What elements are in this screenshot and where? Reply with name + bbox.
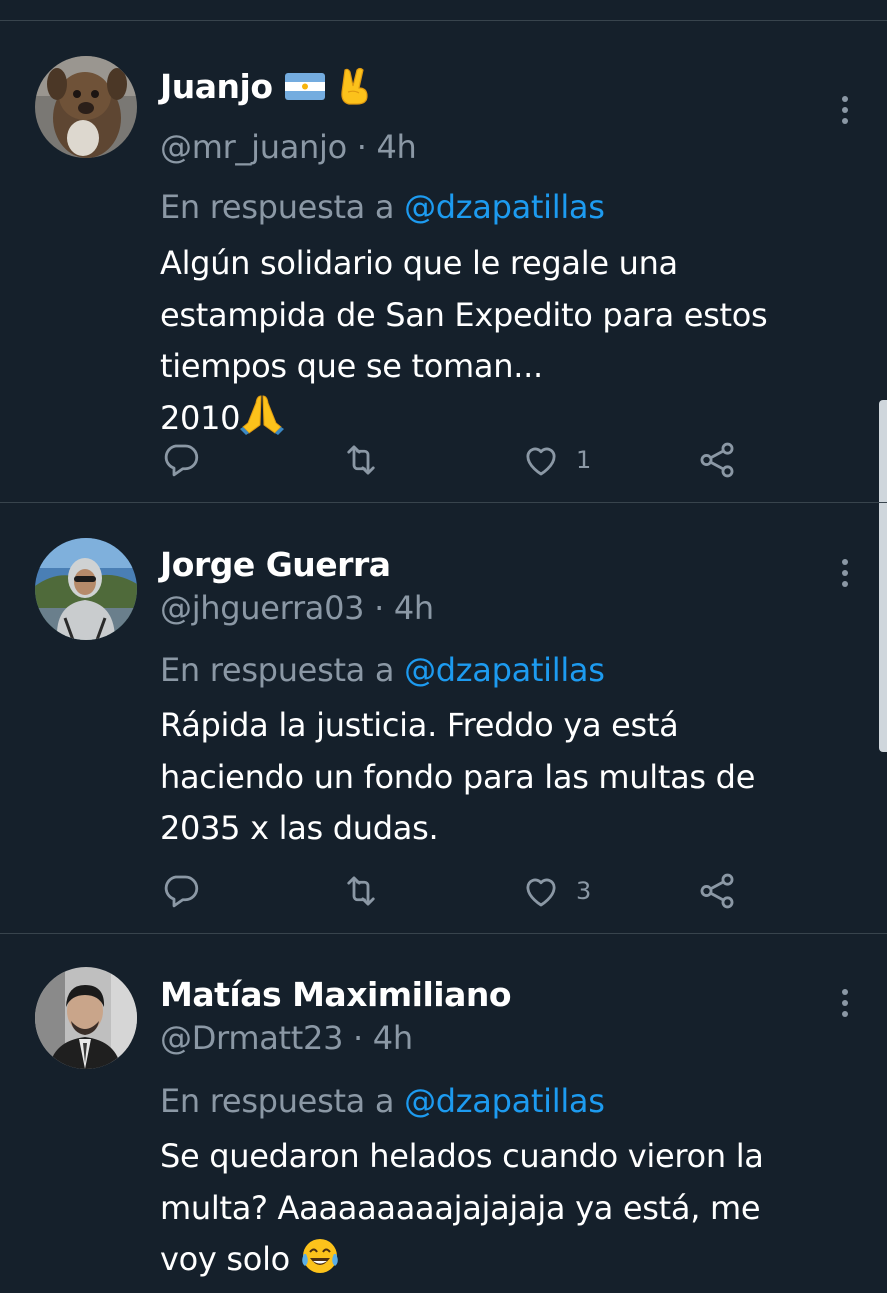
author-row: Jorge Guerra (160, 542, 391, 586)
folded-hands-emoji (240, 393, 285, 435)
like-count: 3 (576, 877, 592, 905)
tweet-text: Algún solidario que le regale una estamp… (160, 238, 850, 444)
tweet-jorge-guerra[interactable]: Jorge Guerra @jhguerra03 · 4h En respues… (0, 503, 887, 934)
share-button[interactable] (696, 438, 738, 482)
heart-icon (526, 447, 556, 476)
author-name[interactable]: Jorge Guerra (160, 545, 391, 584)
author-row: Juanjo (160, 64, 371, 108)
tweet-text: Se quedaron helados cuando vieron la mul… (160, 1131, 850, 1286)
avatar[interactable] (35, 967, 137, 1069)
tweet-text-fragment: 2010 (160, 398, 241, 437)
share-icon (700, 442, 734, 478)
avatar[interactable] (35, 538, 137, 640)
tweet-text-fragment: voy solo (160, 1240, 290, 1278)
handle-time: @jhguerra03 · 4h (160, 589, 434, 627)
tweet-text-line: Algún solidario que le regale una (160, 244, 678, 282)
mention-link[interactable]: @dzapatillas (404, 651, 605, 689)
author-name[interactable]: Juanjo (160, 67, 273, 106)
more-options-icon[interactable] (834, 92, 856, 128)
avatar[interactable] (35, 56, 137, 158)
reply-icon (164, 875, 199, 908)
reply-icon (164, 444, 199, 477)
tweet-actions: 1 (160, 438, 760, 482)
mention-link[interactable]: @dzapatillas (404, 1082, 605, 1120)
more-options-icon[interactable] (834, 985, 856, 1021)
tweet-text-line-last: voy solo (160, 1234, 850, 1286)
author-row: Matías Maximiliano (160, 972, 512, 1016)
tweet-juanjo[interactable]: Juanjo @mr_juanjo · 4h En respuesta a @d… (0, 20, 887, 503)
separator-dot: · (374, 589, 394, 627)
author-handle[interactable]: @jhguerra03 (160, 589, 365, 627)
author-handle[interactable]: @mr_juanjo (160, 128, 347, 166)
reply-prefix: En respuesta a (160, 1082, 395, 1120)
argentina-flag-icon (284, 72, 325, 100)
share-button[interactable] (696, 869, 738, 913)
victory-hand-emoji (337, 66, 371, 106)
reply-context: En respuesta a @dzapatillas (160, 651, 605, 689)
tweet-text-line: 2035 x las dudas. (160, 809, 439, 847)
separator-dot: · (353, 1019, 373, 1057)
timestamp[interactable]: 4h (394, 589, 434, 627)
reply-button[interactable] (160, 869, 216, 913)
reply-context: En respuesta a @dzapatillas (160, 1082, 605, 1120)
tweet-text-line: estampida de San Expedito para estos (160, 295, 768, 334)
handle-time: @Drmatt23 · 4h (160, 1019, 413, 1057)
tweet-text-line-last: 2010 (160, 393, 850, 445)
reply-button[interactable] (160, 438, 216, 482)
more-options-icon[interactable] (834, 555, 856, 591)
tweet-text-line: haciendo un fondo para las multas de (160, 757, 756, 796)
mention-link[interactable]: @dzapatillas (404, 188, 605, 226)
retweet-button[interactable] (340, 869, 396, 913)
like-button[interactable]: 3 (520, 869, 591, 913)
reply-context: En respuesta a @dzapatillas (160, 188, 605, 226)
retweet-icon (347, 445, 375, 475)
like-button[interactable]: 1 (520, 438, 591, 482)
heart-icon (526, 878, 556, 907)
separator-dot: · (356, 128, 377, 166)
like-count: 1 (576, 446, 592, 474)
share-icon (700, 873, 734, 909)
tweet-matias-maximiliano[interactable]: Matías Maximiliano @Drmatt23 · 4h En res… (0, 934, 887, 1293)
timestamp[interactable]: 4h (377, 128, 417, 166)
tweet-text-line: multa? Aaaaaaaaajajajaja ya está, me (160, 1188, 761, 1227)
reply-prefix: En respuesta a (160, 651, 395, 689)
tweet-text: Rápida la justicia. Freddo ya está hacie… (160, 700, 850, 855)
tweet-actions: 3 (160, 869, 760, 913)
timestamp[interactable]: 4h (373, 1019, 413, 1057)
tweet-text-line: Se quedaron helados cuando vieron la (160, 1137, 764, 1175)
author-handle[interactable]: @Drmatt23 (160, 1019, 343, 1057)
handle-time: @mr_juanjo · 4h (160, 128, 417, 166)
author-name[interactable]: Matías Maximiliano (160, 975, 512, 1014)
retweet-icon (347, 876, 375, 906)
tweet-text-line: Rápida la justicia. Freddo ya está (160, 706, 679, 744)
tears-of-joy-emoji (300, 1236, 340, 1276)
reply-prefix: En respuesta a (160, 188, 395, 226)
retweet-button[interactable] (340, 438, 396, 482)
tweet-text-line: tiempos que se toman... (160, 347, 543, 385)
